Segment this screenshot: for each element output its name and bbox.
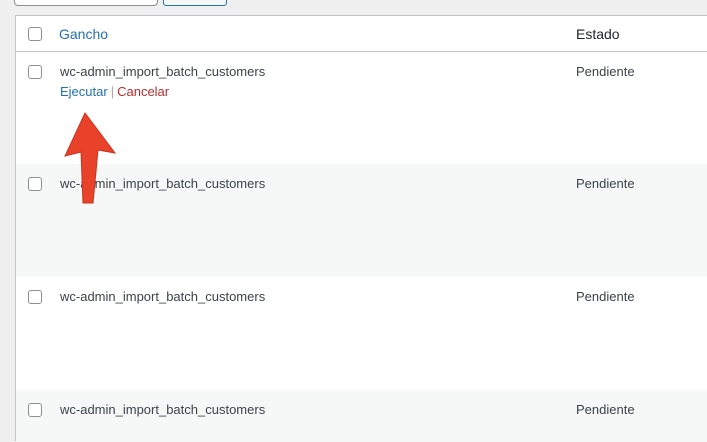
table-row: wc-admin_import_batch_customers Pendient… [16, 390, 707, 442]
arrow-up-icon [64, 112, 117, 204]
action-separator: | [110, 84, 115, 99]
search-button[interactable] [163, 0, 227, 6]
row-status: Pendiente [576, 64, 635, 79]
row-hook: wc-admin_import_batch_customers [60, 64, 266, 79]
run-action-link[interactable]: Ejecutar [60, 84, 108, 99]
search-input[interactable] [14, 0, 158, 6]
column-header-hook[interactable]: Gancho [59, 26, 108, 42]
row-status: Pendiente [576, 402, 635, 417]
row-checkbox[interactable] [28, 403, 42, 417]
row-status: Pendiente [576, 289, 635, 304]
top-controls [0, 0, 707, 6]
row-status: Pendiente [576, 176, 635, 191]
row-hook: wc-admin_import_batch_customers [60, 289, 266, 304]
row-checkbox[interactable] [28, 65, 42, 79]
table-header: Gancho Estado [16, 16, 707, 52]
row-hook: wc-admin_import_batch_customers [60, 402, 266, 417]
actions-table: Gancho Estado wc-admin_import_batch_cust… [15, 15, 707, 442]
row-checkbox[interactable] [28, 290, 42, 304]
row-actions: Ejecutar | Cancelar [60, 84, 169, 99]
column-header-status: Estado [576, 26, 620, 42]
row-checkbox[interactable] [28, 177, 42, 191]
table-row: wc-admin_import_batch_customers Pendient… [16, 277, 707, 390]
select-all-checkbox[interactable] [28, 27, 42, 41]
cancel-action-link[interactable]: Cancelar [117, 84, 169, 99]
